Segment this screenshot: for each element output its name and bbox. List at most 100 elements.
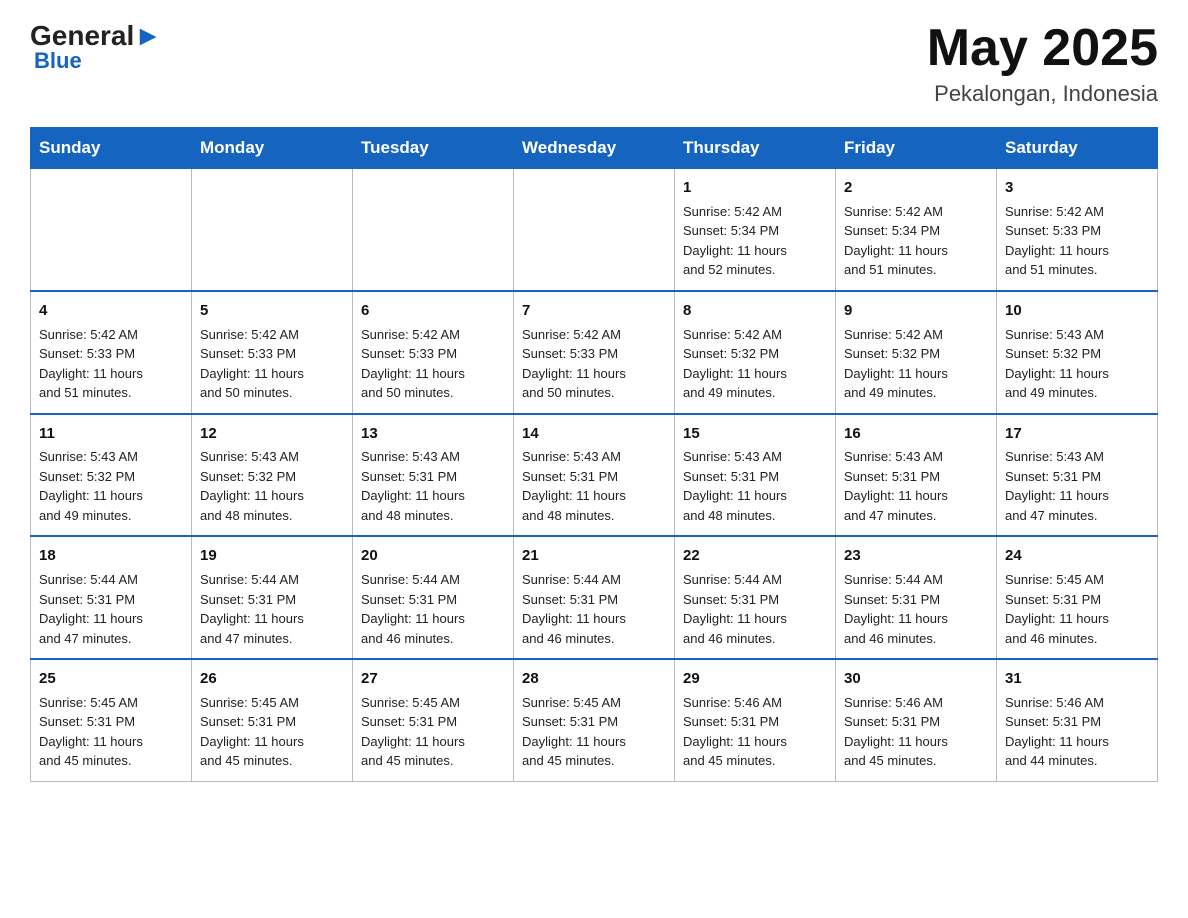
day-info: Sunrise: 5:43 AMSunset: 5:31 PMDaylight:…: [522, 447, 666, 525]
calendar-cell: 18 Sunrise: 5:44 AMSunset: 5:31 PMDayligh…: [31, 536, 192, 659]
day-number: 5: [200, 300, 344, 322]
calendar-cell: [353, 169, 514, 291]
day-info: Sunrise: 5:45 AMSunset: 5:31 PMDaylight:…: [361, 693, 505, 771]
day-number: 11: [39, 423, 183, 445]
calendar-cell: 20 Sunrise: 5:44 AMSunset: 5:31 PMDayligh…: [353, 536, 514, 659]
day-info: Sunrise: 5:44 AMSunset: 5:31 PMDaylight:…: [683, 570, 827, 648]
day-number: 19: [200, 545, 344, 567]
day-number: 2: [844, 177, 988, 199]
day-number: 23: [844, 545, 988, 567]
calendar-cell: 8 Sunrise: 5:42 AMSunset: 5:32 PMDaylight…: [675, 291, 836, 414]
day-info: Sunrise: 5:42 AMSunset: 5:33 PMDaylight:…: [361, 325, 505, 403]
calendar-cell: 2 Sunrise: 5:42 AMSunset: 5:34 PMDaylight…: [836, 169, 997, 291]
calendar-cell: 23 Sunrise: 5:44 AMSunset: 5:31 PMDayligh…: [836, 536, 997, 659]
logo-blue-text: ►: [134, 20, 162, 52]
day-info: Sunrise: 5:42 AMSunset: 5:34 PMDaylight:…: [844, 202, 988, 280]
calendar-cell: 9 Sunrise: 5:42 AMSunset: 5:32 PMDaylight…: [836, 291, 997, 414]
weekday-header-thursday: Thursday: [675, 128, 836, 169]
calendar-cell: 16Sunrise: 5:43 AMSunset: 5:31 PMDayligh…: [836, 414, 997, 537]
weekday-header-row: SundayMondayTuesdayWednesdayThursdayFrid…: [31, 128, 1158, 169]
weekday-header-saturday: Saturday: [997, 128, 1158, 169]
day-number: 26: [200, 668, 344, 690]
day-info: Sunrise: 5:43 AMSunset: 5:32 PMDaylight:…: [39, 447, 183, 525]
calendar-cell: [192, 169, 353, 291]
day-number: 3: [1005, 177, 1149, 199]
calendar-cell: 1Sunrise: 5:42 AMSunset: 5:34 PMDaylight…: [675, 169, 836, 291]
calendar-cell: 25Sunrise: 5:45 AMSunset: 5:31 PMDayligh…: [31, 659, 192, 781]
day-info: Sunrise: 5:42 AMSunset: 5:33 PMDaylight:…: [522, 325, 666, 403]
day-number: 20: [361, 545, 505, 567]
day-info: Sunrise: 5:43 AMSunset: 5:32 PMDaylight:…: [1005, 325, 1149, 403]
calendar-week-row: 1 Sunrise: 5:42 AMSunset: 5:34 PMDaylight…: [31, 169, 1158, 291]
weekday-header-wednesday: Wednesday: [514, 128, 675, 169]
calendar-cell: 29Sunrise: 5:46 AMSunset: 5:31 PMDayligh…: [675, 659, 836, 781]
day-info: Sunrise: 5:43 AMSunset: 5:31 PMDaylight:…: [361, 447, 505, 525]
day-info: Sunrise: 5:42 AMSunset: 5:33 PMDaylight:…: [1005, 202, 1149, 280]
day-number: 9: [844, 300, 988, 322]
day-info: Sunrise: 5:45 AMSunset: 5:31 PMDaylight:…: [1005, 570, 1149, 648]
calendar-cell: 30Sunrise: 5:46 AMSunset: 5:31 PMDayligh…: [836, 659, 997, 781]
calendar-cell: 24 Sunrise: 5:45 AMSunset: 5:31 PMDayligh…: [997, 536, 1158, 659]
calendar-cell: 19 Sunrise: 5:44 AMSunset: 5:31 PMDayligh…: [192, 536, 353, 659]
calendar-week-row: 4 Sunrise: 5:42 AMSunset: 5:33 PMDaylight…: [31, 291, 1158, 414]
calendar-cell: 12Sunrise: 5:43 AMSunset: 5:32 PMDayligh…: [192, 414, 353, 537]
page-header: General ► Blue May 2025 Pekalongan, Indo…: [30, 20, 1158, 107]
day-number: 28: [522, 668, 666, 690]
calendar-cell: 27Sunrise: 5:45 AMSunset: 5:31 PMDayligh…: [353, 659, 514, 781]
day-number: 10: [1005, 300, 1149, 322]
calendar-cell: 26 Sunrise: 5:45 AMSunset: 5:31 PMDayligh…: [192, 659, 353, 781]
day-number: 21: [522, 545, 666, 567]
day-info: Sunrise: 5:44 AMSunset: 5:31 PMDaylight:…: [39, 570, 183, 648]
calendar-cell: 5 Sunrise: 5:42 AMSunset: 5:33 PMDaylight…: [192, 291, 353, 414]
day-info: Sunrise: 5:43 AMSunset: 5:31 PMDaylight:…: [683, 447, 827, 525]
calendar-cell: 3 Sunrise: 5:42 AMSunset: 5:33 PMDaylight…: [997, 169, 1158, 291]
calendar-cell: 21 Sunrise: 5:44 AMSunset: 5:31 PMDayligh…: [514, 536, 675, 659]
day-info: Sunrise: 5:45 AMSunset: 5:31 PMDaylight:…: [522, 693, 666, 771]
calendar-cell: 7 Sunrise: 5:42 AMSunset: 5:33 PMDaylight…: [514, 291, 675, 414]
day-info: Sunrise: 5:44 AMSunset: 5:31 PMDaylight:…: [200, 570, 344, 648]
calendar-week-row: 18 Sunrise: 5:44 AMSunset: 5:31 PMDayligh…: [31, 536, 1158, 659]
location: Pekalongan, Indonesia: [927, 81, 1158, 107]
day-number: 14: [522, 423, 666, 445]
day-info: Sunrise: 5:44 AMSunset: 5:31 PMDaylight:…: [361, 570, 505, 648]
day-number: 16: [844, 423, 988, 445]
day-number: 22: [683, 545, 827, 567]
day-number: 8: [683, 300, 827, 322]
calendar-cell: 15Sunrise: 5:43 AMSunset: 5:31 PMDayligh…: [675, 414, 836, 537]
day-number: 12: [200, 423, 344, 445]
day-info: Sunrise: 5:43 AMSunset: 5:31 PMDaylight:…: [844, 447, 988, 525]
calendar-cell: [514, 169, 675, 291]
calendar-week-row: 11Sunrise: 5:43 AMSunset: 5:32 PMDayligh…: [31, 414, 1158, 537]
title-block: May 2025 Pekalongan, Indonesia: [927, 20, 1158, 107]
day-info: Sunrise: 5:42 AMSunset: 5:33 PMDaylight:…: [200, 325, 344, 403]
weekday-header-sunday: Sunday: [31, 128, 192, 169]
day-info: Sunrise: 5:43 AMSunset: 5:32 PMDaylight:…: [200, 447, 344, 525]
calendar-cell: 14Sunrise: 5:43 AMSunset: 5:31 PMDayligh…: [514, 414, 675, 537]
logo-blue-sub: Blue: [34, 48, 82, 74]
day-info: Sunrise: 5:44 AMSunset: 5:31 PMDaylight:…: [522, 570, 666, 648]
calendar-cell: 4Sunrise: 5:42 AMSunset: 5:33 PMDaylight…: [31, 291, 192, 414]
day-info: Sunrise: 5:44 AMSunset: 5:31 PMDaylight:…: [844, 570, 988, 648]
calendar-cell: [31, 169, 192, 291]
logo: General ► Blue: [30, 20, 162, 74]
day-number: 18: [39, 545, 183, 567]
weekday-header-friday: Friday: [836, 128, 997, 169]
day-info: Sunrise: 5:45 AMSunset: 5:31 PMDaylight:…: [200, 693, 344, 771]
day-number: 17: [1005, 423, 1149, 445]
day-info: Sunrise: 5:45 AMSunset: 5:31 PMDaylight:…: [39, 693, 183, 771]
calendar-cell: 22 Sunrise: 5:44 AMSunset: 5:31 PMDayligh…: [675, 536, 836, 659]
calendar-table: SundayMondayTuesdayWednesdayThursdayFrid…: [30, 127, 1158, 782]
calendar-cell: 28 Sunrise: 5:45 AMSunset: 5:31 PMDayligh…: [514, 659, 675, 781]
day-number: 6: [361, 300, 505, 322]
day-number: 1: [683, 177, 827, 199]
day-number: 13: [361, 423, 505, 445]
day-info: Sunrise: 5:43 AMSunset: 5:31 PMDaylight:…: [1005, 447, 1149, 525]
day-info: Sunrise: 5:46 AMSunset: 5:31 PMDaylight:…: [844, 693, 988, 771]
calendar-cell: 11Sunrise: 5:43 AMSunset: 5:32 PMDayligh…: [31, 414, 192, 537]
day-number: 7: [522, 300, 666, 322]
calendar-cell: 31Sunrise: 5:46 AMSunset: 5:31 PMDayligh…: [997, 659, 1158, 781]
day-info: Sunrise: 5:42 AMSunset: 5:32 PMDaylight:…: [683, 325, 827, 403]
day-info: Sunrise: 5:42 AMSunset: 5:32 PMDaylight:…: [844, 325, 988, 403]
day-number: 4: [39, 300, 183, 322]
day-number: 24: [1005, 545, 1149, 567]
